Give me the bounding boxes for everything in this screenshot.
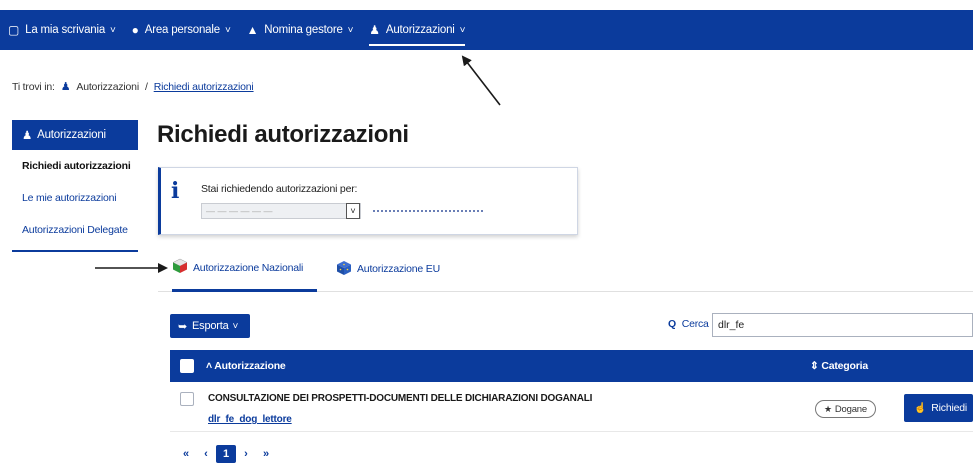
hand-pointer-icon: ☝ (914, 402, 927, 414)
page-title: Richiedi autorizzazioni (157, 121, 409, 148)
breadcrumb-current-link[interactable]: Richiedi autorizzazioni (154, 81, 254, 93)
users-icon: ♟ (22, 130, 33, 142)
authorization-name: CONSULTAZIONE DEI PROSPETTI-DOCUMENTI DE… (208, 393, 593, 404)
chevron-down-icon: ˅ (346, 203, 360, 219)
annotation-arrow-nav (461, 55, 501, 106)
authorization-code-link[interactable]: dlr_fe_dog_lettore (208, 414, 292, 425)
last-page-button[interactable]: » (256, 445, 276, 463)
info-icon: i (171, 178, 180, 204)
tab-autorizzazione-nazionali[interactable]: Autorizzazione Nazionali (172, 246, 318, 292)
top-navigation: ▢ La mia scrivania ˅ ● Area personale ˅ … (0, 10, 973, 50)
nav-item-label: Autorizzazioni (385, 24, 455, 36)
export-button[interactable]: ➥ Esporta ˅ (170, 314, 250, 338)
nav-item-area-personale[interactable]: ● Area personale ˅ (124, 10, 239, 50)
richiedi-label: Richiedi (931, 402, 968, 414)
richiedi-button[interactable]: ☝ Richiedi (904, 394, 973, 422)
breadcrumb: Ti trovi in: ♟ Autorizzazioni / Richiedi… (12, 80, 254, 94)
sidebar-header-label: Autorizzazioni (37, 129, 106, 141)
sidebar-divider (12, 250, 138, 252)
italy-cube-svg (172, 258, 188, 273)
column-header-label: Autorizzazione (214, 360, 286, 372)
page-1-button[interactable]: 1 (216, 445, 236, 463)
nav-item-nomina-gestore[interactable]: ▲ Nomina gestore ˅ (239, 10, 362, 50)
nav-item-autorizzazioni[interactable]: ♟ Autorizzazioni ˅ (361, 10, 473, 50)
chevron-down-icon: ˅ (224, 24, 231, 36)
user-icon: ● (131, 23, 139, 37)
users-icon: ♟ (369, 23, 380, 37)
tab-label: Autorizzazione Nazionali (193, 261, 304, 274)
delegate-select-value: — — — — — — (206, 206, 273, 216)
eu-cube-svg (337, 260, 351, 275)
nav-item-label: Area personale (144, 24, 220, 36)
search-icon: Q (668, 318, 676, 330)
sidebar: ♟ Autorizzazioni Richiedi autorizzazioni… (12, 120, 138, 252)
sidebar-item-richiedi-autorizzazioni[interactable]: Richiedi autorizzazioni (12, 150, 138, 182)
prev-page-button[interactable]: ‹ (196, 445, 216, 463)
delegate-select[interactable]: — — — — — — ˅ (201, 203, 361, 219)
building-icon: ▲ (246, 23, 259, 37)
table-row: CONSULTAZIONE DEI PROSPETTI-DOCUMENTI DE… (170, 384, 973, 432)
sidebar-item-autorizzazioni-delegate[interactable]: Autorizzazioni Delegate (12, 214, 138, 246)
first-page-button[interactable]: « (176, 445, 196, 463)
chevron-down-icon: ˅ (110, 24, 116, 36)
chevron-down-icon: ˅ (347, 24, 354, 36)
next-page-button[interactable]: › (236, 445, 256, 463)
category-label: Dogane (834, 403, 867, 415)
nav-item-label: La mia scrivania (25, 24, 106, 36)
row-checkbox[interactable] (180, 392, 194, 406)
info-text: Stai richiedendo autorizzazioni per: (201, 183, 358, 195)
category-badge: ★ Dogane (815, 400, 876, 418)
selected-subject-label (373, 209, 483, 212)
export-label: Esporta (192, 320, 229, 332)
sidebar-item-le-mie-autorizzazioni[interactable]: Le mie autorizzazioni (12, 182, 138, 214)
users-icon: ♟ (60, 81, 71, 93)
info-box: i Stai richiedendo autorizzazioni per: —… (158, 167, 578, 235)
table-header: ˄ Autorizzazione ⇕ Categoria (170, 350, 973, 382)
chevron-down-icon: ˅ (232, 320, 239, 332)
select-all-checkbox[interactable] (180, 359, 194, 373)
tab-label: Autorizzazione EU (357, 263, 440, 275)
search-label-text: Cerca (681, 318, 709, 330)
sidebar-header[interactable]: ♟ Autorizzazioni (12, 120, 138, 150)
breadcrumb-prefix: Ti trovi in: (12, 80, 55, 93)
italy-cube-icon (172, 258, 188, 277)
column-header-autorizzazione[interactable]: ˄ Autorizzazione (206, 360, 286, 372)
breadcrumb-separator: / (144, 80, 148, 93)
tabs: Autorizzazione Nazionali Autorizzazione … (158, 246, 973, 292)
column-header-categoria[interactable]: ⇕ Categoria (810, 360, 868, 372)
nav-item-la-mia-scrivania[interactable]: ▢ La mia scrivania ˅ (0, 10, 124, 50)
export-icon: ➥ (178, 320, 188, 333)
star-icon: ★ (824, 403, 832, 414)
desk-icon: ▢ (8, 23, 20, 37)
sort-icon: ⇕ (810, 360, 822, 372)
pagination: « ‹ 1 › » (176, 445, 276, 463)
tab-autorizzazione-eu[interactable]: Autorizzazione EU (336, 246, 440, 292)
eu-cube-icon (336, 260, 352, 279)
nav-item-label: Nomina gestore (264, 24, 343, 36)
chevron-down-icon: ˅ (459, 24, 466, 36)
column-header-label: Categoria (821, 360, 868, 372)
search-label: Q Cerca (668, 318, 709, 330)
breadcrumb-first[interactable]: Autorizzazioni (76, 81, 139, 93)
search-input[interactable] (712, 313, 973, 337)
